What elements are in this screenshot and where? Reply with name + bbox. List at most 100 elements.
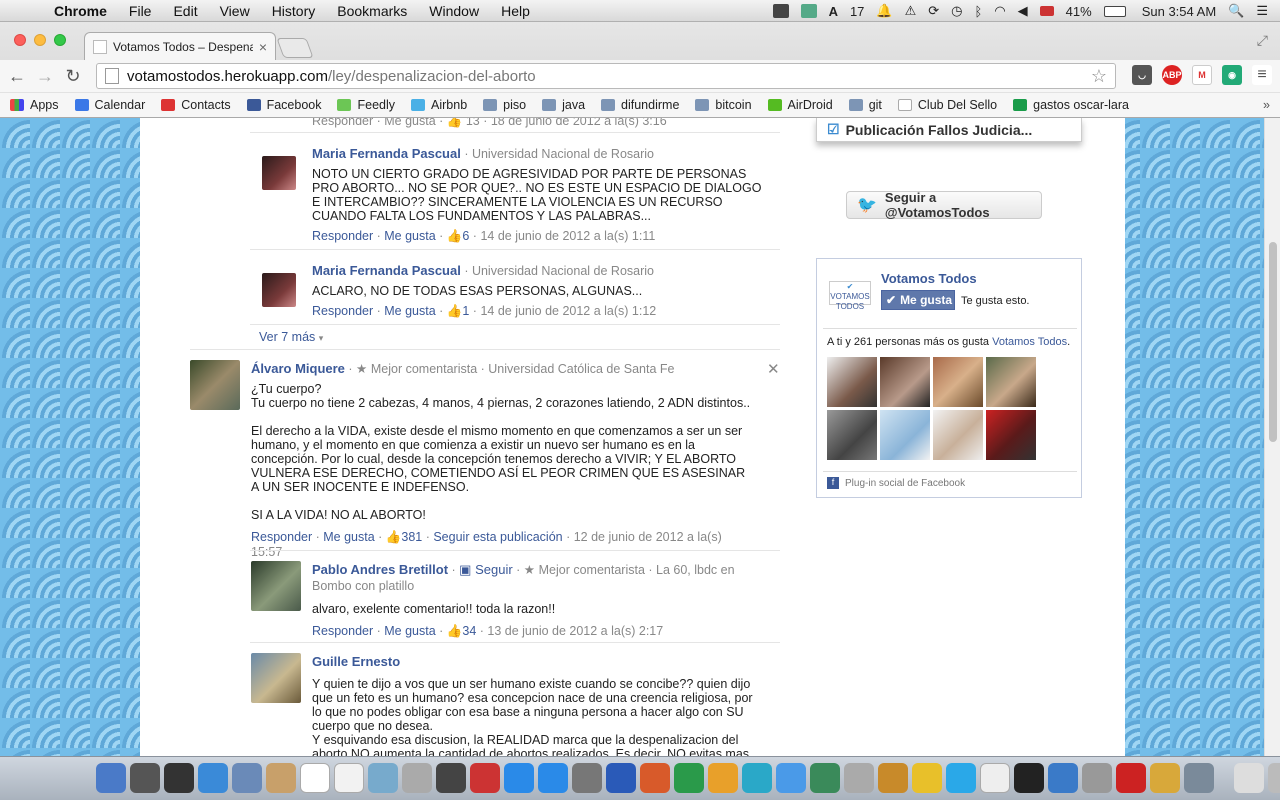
menu-help[interactable]: Help (501, 3, 530, 19)
launchpad-icon[interactable] (130, 763, 160, 793)
teamviewer-icon[interactable] (1048, 763, 1078, 793)
fb-like-button[interactable]: ✔ Me gusta (881, 290, 955, 310)
reminders-icon[interactable] (334, 763, 364, 793)
comment-author[interactable]: Guille Ernesto (312, 654, 400, 669)
chrome-menu-icon[interactable]: ≡ (1252, 65, 1272, 85)
menu-history[interactable]: History (272, 3, 316, 19)
votamos-todos-logo[interactable]: ✔ VOTAMOS TODOS (829, 281, 871, 311)
reply-link[interactable]: Responder (312, 624, 373, 638)
comment-date[interactable]: 13 de junio de 2012 a la(s) 2:17 (487, 624, 663, 638)
avatar[interactable] (190, 360, 240, 410)
close-window-button[interactable] (14, 34, 26, 46)
photo-booth-icon[interactable] (436, 763, 466, 793)
skype-icon[interactable] (946, 763, 976, 793)
comment-author[interactable]: Maria Fernanda Pascual (312, 263, 461, 278)
close-icon[interactable]: ✕ (767, 360, 780, 378)
zoom-window-button[interactable] (54, 34, 66, 46)
mail-icon[interactable] (232, 763, 262, 793)
trash-icon[interactable] (1268, 763, 1280, 793)
reply-link[interactable]: Responder (312, 304, 373, 318)
see-more-replies-link[interactable]: Ver 7 más ▾ (259, 330, 323, 344)
like-count[interactable]: 👍1 (447, 304, 470, 318)
avatar[interactable] (262, 156, 296, 190)
gmail-icon[interactable]: M (1192, 65, 1212, 85)
comment-date[interactable]: 14 de junio de 2012 a la(s) 1:12 (480, 304, 656, 318)
pocket-icon[interactable]: ◡ (1132, 65, 1152, 85)
bookmark-contacts[interactable]: Contacts (161, 98, 231, 112)
fan-avatar[interactable] (827, 357, 877, 407)
fb-social-plugin[interactable]: f Plug-in social de Facebook (827, 477, 965, 489)
preview-icon[interactable] (844, 763, 874, 793)
menu-window[interactable]: Window (429, 3, 479, 19)
clock[interactable]: Sun 3:54 AM (1142, 4, 1216, 19)
page-viewport[interactable]: Responder · Me gusta · 👍 13 · 18 de juni… (0, 118, 1264, 756)
adblock-plus-icon[interactable]: ABP (1162, 65, 1182, 85)
new-tab-button[interactable] (276, 38, 314, 58)
coin-icon[interactable] (1150, 763, 1180, 793)
messages-icon[interactable] (368, 763, 398, 793)
bookmark-gastos[interactable]: gastos oscar-lara (1013, 98, 1129, 112)
finder-icon[interactable] (96, 763, 126, 793)
twitter-follow-button[interactable]: 🐦 Seguir a @VotamosTodos (846, 190, 1042, 220)
globe-icon[interactable] (810, 763, 840, 793)
fan-avatar[interactable] (880, 357, 930, 407)
notification-bell-icon[interactable]: 🔔 (876, 3, 892, 19)
dropbox-icon[interactable] (800, 4, 817, 18)
communicator-icon[interactable] (742, 763, 772, 793)
menu-app-name[interactable]: Chrome (54, 3, 107, 19)
textedit-icon[interactable] (980, 763, 1010, 793)
bookmarks-overflow-icon[interactable]: » (1263, 98, 1270, 112)
fb-page-name[interactable]: Votamos Todos (881, 271, 977, 286)
close-tab-icon[interactable]: × (259, 39, 267, 55)
fullscreen-icon[interactable]: ⤢ (1257, 32, 1268, 49)
bluetooth-icon[interactable]: ᛒ (975, 4, 983, 19)
outlook-icon[interactable] (708, 763, 738, 793)
messenger-icon[interactable] (776, 763, 806, 793)
avatar[interactable] (251, 561, 301, 611)
bookmark-apps[interactable]: Apps (10, 98, 59, 112)
documents-stack-icon[interactable] (1234, 763, 1264, 793)
activity-monitor-icon[interactable] (164, 763, 194, 793)
fan-avatar[interactable] (880, 410, 930, 460)
reload-icon[interactable]: ↻ (62, 66, 84, 87)
warning-icon[interactable]: ⚠ (905, 3, 917, 19)
bookmark-club-del-sello[interactable]: Club Del Sello (897, 98, 997, 112)
sublime-icon[interactable] (878, 763, 908, 793)
system-preferences-icon[interactable] (572, 763, 602, 793)
terminal-icon[interactable] (1014, 763, 1044, 793)
like-link[interactable]: Me gusta (323, 530, 374, 544)
preview-image-icon[interactable] (1184, 763, 1214, 793)
follow-post-link[interactable]: Seguir esta publicación (433, 530, 562, 544)
fan-avatar[interactable] (986, 357, 1036, 407)
bookmark-airbnb[interactable]: Airbnb (411, 98, 467, 112)
like-link[interactable]: Me gusta (384, 229, 435, 243)
bookmark-folder-bitcoin[interactable]: bitcoin (695, 98, 752, 112)
sync-icon[interactable]: ⟳ (928, 3, 939, 19)
excel-icon[interactable] (674, 763, 704, 793)
bookmark-folder-git[interactable]: git (848, 98, 882, 112)
comment-author[interactable]: Álvaro Miquere (251, 361, 345, 376)
time-machine-icon[interactable]: ◷ (951, 3, 962, 19)
bookmark-airdroid[interactable]: AirDroid (767, 98, 833, 112)
bookmark-calendar[interactable]: Calendar (74, 98, 145, 112)
facetime-icon[interactable] (402, 763, 432, 793)
like-link[interactable]: Me gusta (384, 624, 435, 638)
chrome-icon[interactable] (912, 763, 942, 793)
like-count[interactable]: 👍34 (447, 624, 476, 638)
fan-avatar[interactable] (933, 410, 983, 460)
menu-view[interactable]: View (220, 3, 250, 19)
extension-icon[interactable]: ◉ (1222, 65, 1242, 85)
address-bar[interactable]: votamostodos.herokuapp.com /ley/despenal… (96, 63, 1116, 89)
contacts-icon[interactable] (266, 763, 296, 793)
fb-page-link[interactable]: Votamos Todos (992, 336, 1067, 348)
fan-avatar[interactable] (933, 357, 983, 407)
follow-link[interactable]: Seguir (475, 562, 513, 577)
menu-edit[interactable]: Edit (173, 3, 197, 19)
minimize-window-button[interactable] (34, 34, 46, 46)
browser-tab[interactable]: Votamos Todos – Despena × (84, 32, 276, 60)
bookmark-folder-java[interactable]: java (542, 98, 585, 112)
vertical-scrollbar[interactable] (1264, 118, 1280, 756)
volume-icon[interactable]: ◀ (1018, 3, 1028, 19)
powerpoint-icon[interactable] (640, 763, 670, 793)
spain-flag-icon[interactable] (1039, 6, 1054, 16)
